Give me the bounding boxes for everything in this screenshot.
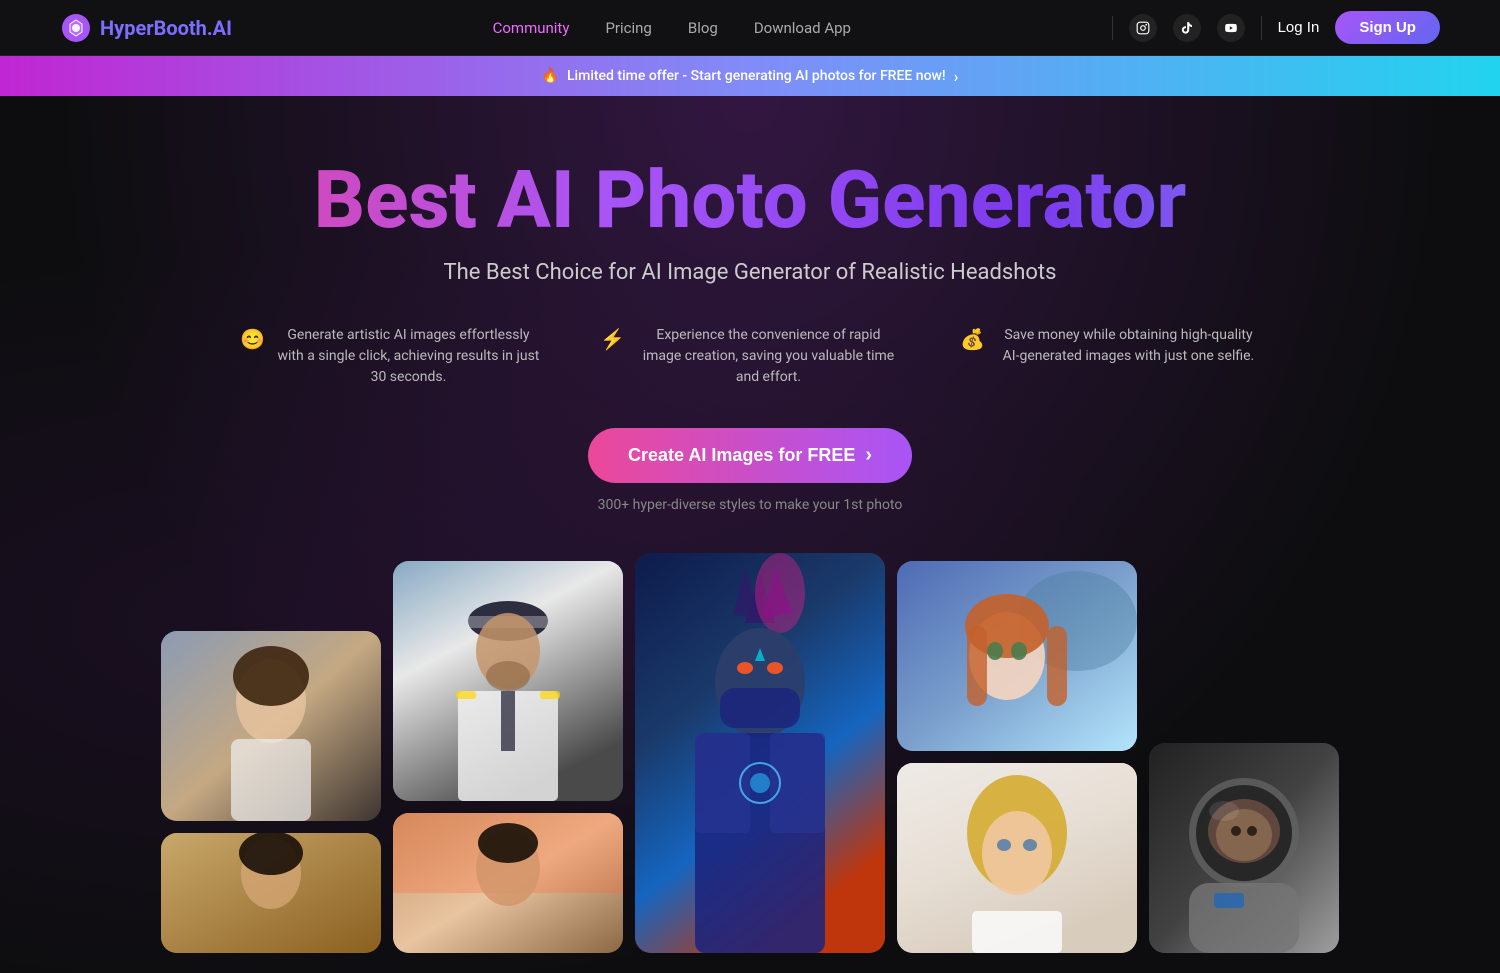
nav-links: Community Pricing Blog Download App xyxy=(493,19,851,37)
nav-community[interactable]: Community xyxy=(493,19,570,37)
gallery-image-woman-bottom xyxy=(161,833,381,953)
feature-text-2: Experience the convenience of rapid imag… xyxy=(637,325,900,388)
feature-text-3: Save money while obtaining high-quality … xyxy=(997,325,1260,367)
feature-1: 😊 Generate artistic AI images effortless… xyxy=(240,325,540,388)
nav-divider-right xyxy=(1261,16,1262,40)
instagram-icon[interactable] xyxy=(1129,14,1157,42)
cta-arrow-icon: › xyxy=(865,444,872,467)
gallery-col-1 xyxy=(393,561,623,953)
banner-emoji: 🔥 xyxy=(542,68,559,84)
gallery-image-astronaut xyxy=(1149,743,1339,953)
gallery-image-ninja xyxy=(635,553,885,953)
hero-subtitle: The Best Choice for AI Image Generator o… xyxy=(40,260,1460,285)
logo-icon xyxy=(60,12,92,44)
features-row: 😊 Generate artistic AI images effortless… xyxy=(40,325,1460,388)
feature-icon-1: 😊 xyxy=(240,327,265,351)
cta-button-label: Create AI Images for FREE xyxy=(628,445,855,466)
gallery-col-4 xyxy=(1149,743,1339,953)
cta-button[interactable]: Create AI Images for FREE › xyxy=(588,428,912,483)
gallery-image-pilot xyxy=(393,561,623,801)
cta-subtext: 300+ hyper-diverse styles to make your 1… xyxy=(598,497,903,513)
signup-button[interactable]: Sign Up xyxy=(1335,11,1440,44)
feature-icon-3: 💰 xyxy=(960,327,985,351)
gallery xyxy=(40,553,1460,953)
brand-name: HyperBooth.AI xyxy=(100,16,232,40)
tiktok-icon[interactable] xyxy=(1173,14,1201,42)
nav-download[interactable]: Download App xyxy=(754,19,851,37)
cta-section: Create AI Images for FREE › 300+ hyper-d… xyxy=(40,428,1460,513)
banner-text: Limited time offer - Start generating AI… xyxy=(567,68,946,84)
gallery-image-woman-white xyxy=(161,631,381,821)
gallery-image-desert-man xyxy=(393,813,623,953)
brand-suffix: .AI xyxy=(207,16,232,40)
youtube-icon[interactable] xyxy=(1217,14,1245,42)
gallery-col-3 xyxy=(897,561,1137,953)
feature-icon-2: ⚡ xyxy=(600,327,625,351)
feature-3: 💰 Save money while obtaining high-qualit… xyxy=(960,325,1260,388)
brand-name-text: HyperBooth xyxy=(100,16,207,40)
gallery-image-blonde xyxy=(897,763,1137,953)
hero-title: Best AI Photo Generator xyxy=(40,156,1460,244)
feature-text-1: Generate artistic AI images effortlessly… xyxy=(277,325,540,388)
nav-pricing[interactable]: Pricing xyxy=(605,19,651,37)
login-button[interactable]: Log In xyxy=(1278,19,1320,36)
nav-blog[interactable]: Blog xyxy=(688,19,718,37)
nav-social xyxy=(1129,14,1245,42)
navbar: HyperBooth.AI Community Pricing Blog Dow… xyxy=(0,0,1500,56)
banner-arrow: › xyxy=(954,67,959,86)
nav-auth: Log In Sign Up xyxy=(1278,11,1440,44)
hero-section: Best AI Photo Generator The Best Choice … xyxy=(0,96,1500,973)
gallery-col-center xyxy=(635,553,885,953)
feature-2: ⚡ Experience the convenience of rapid im… xyxy=(600,325,900,388)
gallery-image-anime-girl xyxy=(897,561,1137,751)
gallery-col-0 xyxy=(161,631,381,953)
promo-banner[interactable]: 🔥 Limited time offer - Start generating … xyxy=(0,56,1500,96)
nav-divider-left xyxy=(1112,16,1113,40)
logo[interactable]: HyperBooth.AI xyxy=(60,12,232,44)
